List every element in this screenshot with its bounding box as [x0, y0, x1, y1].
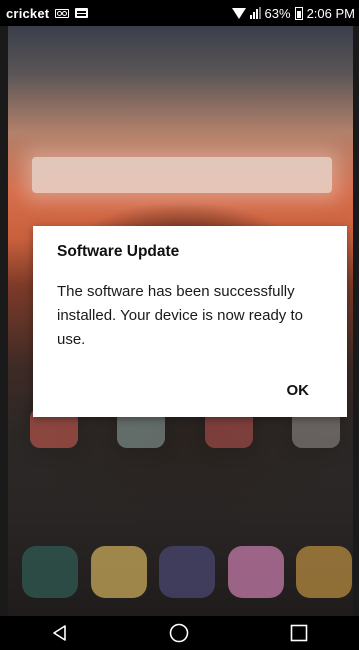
blurred-contacts-app-icon [159, 546, 215, 598]
ok-button[interactable]: OK [287, 378, 310, 403]
dialog-title: Software Update [57, 243, 180, 260]
wifi-icon [231, 7, 246, 19]
back-button[interactable] [40, 618, 80, 648]
blurred-messaging-app-icon [90, 546, 147, 598]
back-icon [53, 625, 66, 641]
blurred-search-widget [32, 157, 332, 193]
clock: 2:06 PM [306, 5, 355, 21]
software-update-dialog: Software Update The software has been su… [33, 226, 347, 417]
battery-percent: 63% [264, 5, 291, 21]
dialog-message: The software has been successfully insta… [57, 283, 303, 348]
blurred-gallery-app-icon [227, 546, 284, 598]
home-button[interactable] [159, 618, 199, 648]
home-icon [170, 623, 189, 643]
voicemail-icon [55, 8, 70, 18]
navigation-bar [0, 616, 359, 650]
signal-icon [249, 7, 261, 19]
recents-button[interactable] [279, 618, 319, 648]
blurred-chrome-app-icon [296, 546, 352, 598]
phone-screen: cricket 63% 2:06 PM Software Update The … [0, 0, 359, 650]
battery-icon [294, 6, 303, 20]
status-right-group: 63% 2:06 PM [231, 5, 355, 21]
blurred-dock [22, 546, 352, 600]
carrier-name: cricket [6, 5, 50, 21]
message-icon [75, 8, 89, 18]
recents-icon [290, 624, 308, 642]
blurred-phone-app-icon [22, 546, 78, 598]
status-bar: cricket 63% 2:06 PM [0, 0, 359, 26]
